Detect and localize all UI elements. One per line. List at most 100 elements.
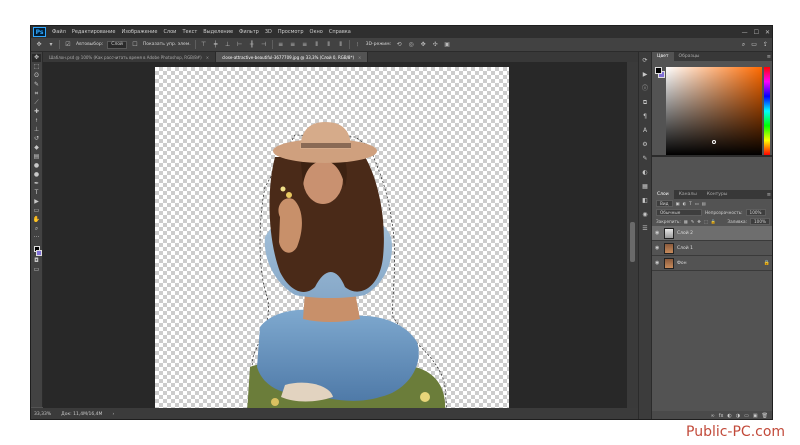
vertical-scrollbar[interactable]	[627, 62, 638, 408]
panel-menu-icon[interactable]: ≡	[767, 54, 772, 60]
screen-mode-icon[interactable]: ▭	[32, 266, 41, 274]
menu-window[interactable]: Окно	[307, 29, 326, 35]
tab-color[interactable]: Цвет	[652, 52, 674, 61]
3d-scale-icon[interactable]: ▣	[443, 41, 451, 48]
gradient-tool-icon[interactable]: ▤	[32, 153, 41, 161]
color-picker-field[interactable]	[666, 67, 762, 155]
info-icon[interactable]: ⓘ	[641, 84, 650, 93]
move-tool-icon[interactable]: ✥	[35, 41, 43, 48]
blend-mode-select[interactable]: Обычные	[656, 209, 702, 216]
filter-adjust-icon[interactable]: ◐	[682, 201, 686, 206]
transform-controls-label[interactable]: Показать упр. элем.	[143, 42, 191, 47]
3d-pan-icon[interactable]: ✥	[419, 41, 427, 48]
opacity-input[interactable]: 100%	[745, 209, 766, 216]
more-tools-icon[interactable]: ···	[32, 234, 41, 242]
brush-settings-icon[interactable]: ✎	[641, 154, 650, 163]
close-icon[interactable]: ×	[206, 55, 209, 60]
layer-name[interactable]: Фон	[677, 261, 687, 266]
background-color-swatch[interactable]	[35, 250, 42, 256]
tool-preset-dropdown-icon[interactable]: ▾	[47, 41, 55, 48]
tab-document-2[interactable]: close-attractive-beautiful-3677709.jpg @…	[216, 52, 369, 62]
3d-panel-icon[interactable]: ◧	[641, 196, 650, 205]
layer-row[interactable]: ◉ Фон 🔒	[652, 256, 772, 271]
character-icon[interactable]: A	[641, 126, 650, 135]
filter-type-icon[interactable]: T	[689, 201, 692, 206]
visibility-eye-icon[interactable]: ◉	[655, 260, 661, 266]
navigator-icon[interactable]: ◉	[641, 210, 650, 219]
quick-mask-icon[interactable]: ◘	[32, 257, 41, 265]
close-icon[interactable]: ×	[358, 55, 361, 60]
distribute-right-icon[interactable]: ⦀	[337, 41, 345, 48]
align-bottom-icon[interactable]: ⊥	[224, 41, 232, 48]
paragraph-icon[interactable]: ¶	[641, 112, 650, 121]
distribute-top-icon[interactable]: ≡	[277, 41, 285, 48]
scrollbar-thumb[interactable]	[630, 222, 635, 262]
hue-slider[interactable]	[764, 67, 770, 155]
lock-pixels-icon[interactable]: ▦	[684, 219, 688, 224]
minimize-button[interactable]: —	[742, 29, 748, 36]
properties-icon[interactable]: ⚙	[641, 140, 650, 149]
lock-paint-icon[interactable]: ✎	[691, 219, 695, 224]
dodge-tool-icon[interactable]: ●	[32, 171, 41, 179]
align-right-icon[interactable]: ⊣	[260, 41, 268, 48]
new-adjustment-icon[interactable]: ◑	[736, 413, 740, 419]
type-tool-icon[interactable]: T	[32, 189, 41, 197]
link-layers-icon[interactable]: ∞	[711, 413, 715, 419]
distribute-left-icon[interactable]: ⦀	[313, 41, 321, 48]
maximize-button[interactable]: ☐	[754, 29, 759, 36]
new-group-icon[interactable]: ▭	[744, 413, 749, 419]
tab-layers[interactable]: Слои	[652, 190, 674, 199]
lock-move-icon[interactable]: ✥	[697, 219, 701, 224]
3d-rotate-icon[interactable]: ⟲	[395, 41, 403, 48]
status-menu-arrow[interactable]: ›	[112, 412, 114, 417]
tab-document-1[interactable]: Шаблон.psd @ 100% (Как рассчитать время …	[43, 52, 217, 62]
workspace-icon[interactable]: ▭	[751, 41, 757, 49]
document-workspace[interactable]	[43, 62, 627, 413]
align-left-icon[interactable]: ⊢	[236, 41, 244, 48]
auto-align-icon[interactable]: ⦙	[354, 41, 362, 48]
hand-tool-icon[interactable]: ✋	[32, 216, 41, 224]
checkbox-icon[interactable]: ☑	[64, 41, 72, 48]
tab-swatches[interactable]: Образцы	[674, 52, 705, 61]
image-canvas[interactable]	[155, 67, 509, 413]
play-actions-icon[interactable]: ▶	[641, 70, 650, 79]
zoom-tool-icon[interactable]: ⌕	[32, 225, 41, 233]
libraries-icon[interactable]: ☰	[641, 224, 650, 233]
foreground-color-swatch[interactable]	[655, 67, 662, 74]
search-icon[interactable]: ⌕	[742, 41, 745, 49]
filter-smart-icon[interactable]: ▤	[702, 201, 706, 206]
adjustments-icon[interactable]: ◐	[641, 168, 650, 177]
healing-brush-tool-icon[interactable]: ✚	[32, 108, 41, 116]
delete-layer-icon[interactable]: 🗑	[762, 413, 768, 419]
layer-style-icon[interactable]: fx	[719, 413, 724, 419]
eyedropper-tool-icon[interactable]: ⟋	[32, 99, 41, 107]
lock-artboard-icon[interactable]: ⬚	[704, 219, 708, 224]
menu-image[interactable]: Изображение	[118, 29, 160, 35]
layer-name[interactable]: Слой 1	[677, 246, 693, 251]
visibility-eye-icon[interactable]: ◉	[655, 245, 661, 251]
checkbox-icon[interactable]: ☐	[131, 41, 139, 48]
crop-tool-icon[interactable]: ⌗	[32, 90, 41, 98]
zoom-level[interactable]: 33,33%	[34, 412, 51, 417]
quick-select-tool-icon[interactable]: ✎	[32, 81, 41, 89]
layer-row[interactable]: ◉ Слой 1	[652, 241, 772, 256]
stamp-tool-icon[interactable]: ⊥	[32, 126, 41, 134]
path-select-tool-icon[interactable]: ▶	[32, 198, 41, 206]
tab-paths[interactable]: Контуры	[702, 190, 733, 199]
shape-tool-icon[interactable]: ▭	[32, 207, 41, 215]
new-layer-icon[interactable]: ▣	[753, 413, 758, 419]
layer-name[interactable]: Слой 2	[677, 231, 693, 236]
align-vcenter-icon[interactable]: ╪	[212, 41, 220, 48]
distribute-hcenter-icon[interactable]: ⦀	[325, 41, 333, 48]
lasso-tool-icon[interactable]: ʘ	[32, 72, 41, 80]
menu-select[interactable]: Выделение	[200, 29, 236, 35]
align-top-icon[interactable]: ⊤	[200, 41, 208, 48]
move-tool-icon[interactable]: ✥	[32, 54, 41, 62]
eraser-tool-icon[interactable]: ◆	[32, 144, 41, 152]
brush-tool-icon[interactable]: ⟊	[32, 117, 41, 125]
autoselect-select[interactable]: Слой	[107, 40, 127, 49]
menu-3d[interactable]: 3D	[262, 29, 275, 35]
menu-type[interactable]: Текст	[179, 29, 200, 35]
menu-view[interactable]: Просмотр	[275, 29, 307, 35]
panel-menu-icon[interactable]: ≡	[767, 192, 772, 198]
